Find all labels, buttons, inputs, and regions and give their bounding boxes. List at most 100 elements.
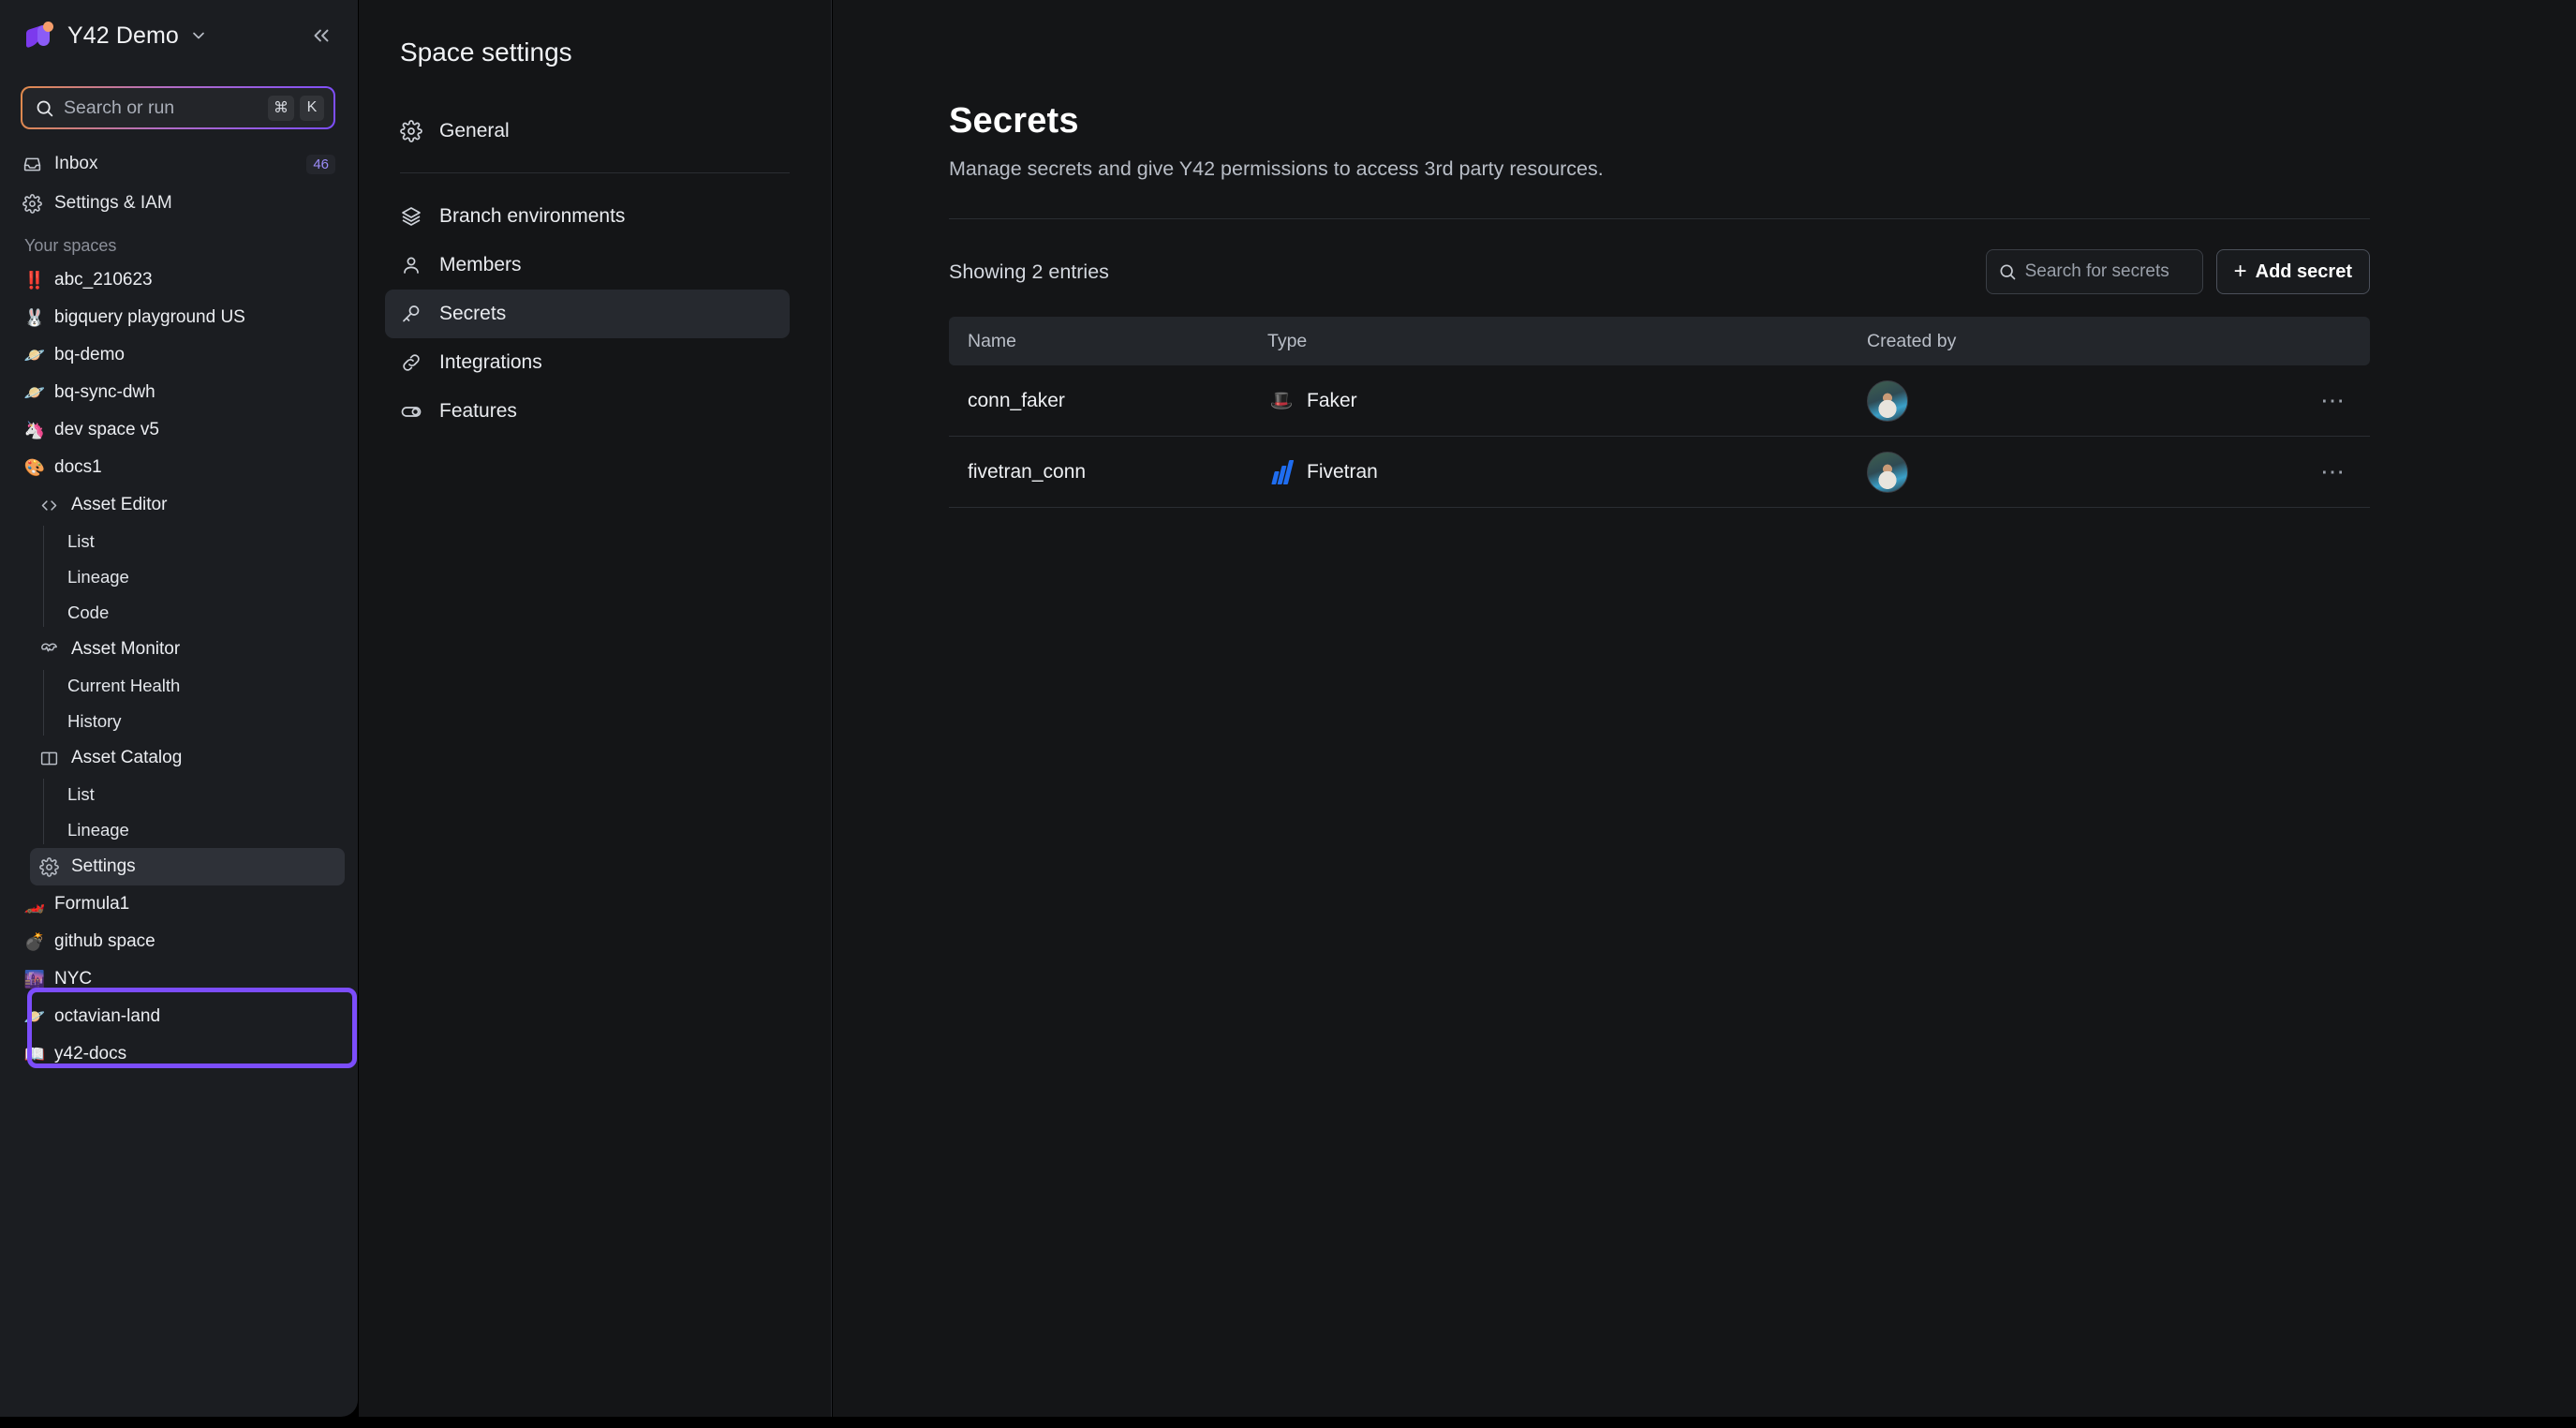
inbox-icon: [22, 155, 47, 174]
asset-catalog-children: List Lineage: [43, 777, 358, 848]
space-label: octavian-land: [54, 1006, 161, 1026]
user-icon: [400, 254, 428, 276]
settings-nav-secrets[interactable]: Secrets: [385, 290, 790, 338]
tree-child-code[interactable]: Code: [43, 595, 345, 631]
settings-nav-members[interactable]: Members: [385, 241, 790, 290]
secret-name: conn_faker: [968, 389, 1065, 411]
secrets-table: Name Type Created by conn_faker 🎩 Faker: [949, 317, 2370, 508]
y42-logo-icon: [24, 20, 56, 52]
gear-icon: [39, 856, 64, 877]
settings-nav-label: Members: [439, 254, 522, 275]
sidebar-space-y42-docs[interactable]: 📖 y42-docs: [13, 1035, 345, 1073]
table-row[interactable]: fivetran_conn Fivetran ⋯: [949, 437, 2370, 508]
space-label: bq-demo: [54, 345, 125, 364]
space-emoji-icon: 🏎️: [23, 894, 46, 914]
column-header-name: Name: [968, 330, 1017, 351]
search-input-placeholder: Search or run: [64, 97, 175, 118]
entries-count-label: Showing 2 entries: [949, 260, 1109, 283]
sidebar-item-settings-iam[interactable]: Settings & IAM: [13, 184, 345, 223]
tree-child-lineage[interactable]: Lineage: [43, 812, 345, 848]
tree-item-asset-editor[interactable]: Asset Editor: [30, 486, 345, 524]
secrets-search-input[interactable]: Search for secrets: [1985, 249, 2203, 294]
user-avatar: [1867, 379, 1908, 422]
space-settings-nav: General Branch environments Members Secr…: [359, 107, 831, 436]
docs1-tree: Asset Editor List Lineage Code Asset Mon…: [0, 486, 358, 885]
tree-child-current-health[interactable]: Current Health: [43, 668, 345, 704]
space-label: abc_210623: [54, 270, 153, 290]
tree-child-history[interactable]: History: [43, 704, 345, 739]
secret-type-cell: Fivetran: [1267, 458, 1867, 486]
asset-editor-children: List Lineage Code: [43, 524, 358, 631]
asset-monitor-children: Current Health History: [43, 668, 358, 739]
tree-item-label: Asset Catalog: [71, 748, 183, 767]
created-by-cell: [1867, 379, 2267, 422]
created-by-cell: [1867, 451, 2267, 493]
space-settings-panel: Space settings General Branch environmen…: [359, 0, 832, 1417]
main-content: Secrets Manage secrets and give Y42 perm…: [833, 0, 2576, 1417]
space-emoji-icon: 🎨: [23, 457, 46, 477]
book-icon: [39, 749, 64, 768]
tree-item-asset-catalog[interactable]: Asset Catalog: [30, 739, 345, 777]
sidebar-space-nyc[interactable]: 🌆 NYC: [13, 960, 345, 998]
settings-nav-integrations[interactable]: Integrations: [385, 338, 790, 387]
tree-child-list[interactable]: List: [43, 777, 345, 812]
settings-nav-label: General: [439, 120, 510, 141]
space-emoji-icon: 💣: [23, 931, 46, 951]
space-emoji-icon: 🌆: [23, 969, 46, 989]
secret-type-label: Faker: [1307, 389, 1357, 411]
secret-name: fivetran_conn: [968, 460, 1087, 483]
add-secret-label: Add secret: [2255, 260, 2352, 282]
faker-magic-icon: 🎩: [1269, 391, 1294, 411]
workspace-name: Y42 Demo: [67, 22, 179, 49]
sidebar-space-docs1[interactable]: 🎨 docs1: [13, 449, 345, 486]
space-label: NYC: [54, 969, 93, 989]
sidebar-space-bq-demo[interactable]: 🪐 bq-demo: [13, 336, 345, 374]
page-title: Secrets: [949, 101, 1079, 141]
link-icon: [400, 351, 428, 374]
app-root: Y42 Demo Search or run ⌘ K Inbox 46 Sett…: [0, 0, 2576, 1428]
sidebar-space-abc210623[interactable]: ‼️ abc_210623: [13, 261, 345, 299]
row-actions-cell: ⋯: [2267, 454, 2370, 491]
shortcut-cmd-key: ⌘: [268, 95, 294, 121]
tree-child-list[interactable]: List: [43, 524, 345, 559]
settings-nav-label: Branch environments: [439, 205, 626, 227]
tree-item-label: Asset Monitor: [71, 639, 181, 659]
more-options-icon[interactable]: ⋯: [2312, 382, 2355, 420]
column-header-created-by: Created by: [1867, 330, 1957, 351]
sidebar-space-dev-space-v5[interactable]: 🦄 dev space v5: [13, 411, 345, 449]
gear-icon: [400, 120, 428, 142]
plus-icon: +: [2233, 259, 2247, 284]
tree-item-label: Asset Editor: [71, 495, 168, 514]
user-avatar: [1867, 451, 1908, 493]
settings-nav-branch-environments[interactable]: Branch environments: [385, 192, 790, 241]
sidebar-item-inbox[interactable]: Inbox 46: [13, 144, 345, 184]
sidebar-space-octavian-land[interactable]: 🪐 octavian-land: [13, 998, 345, 1035]
table-row[interactable]: conn_faker 🎩 Faker ⋯: [949, 365, 2370, 437]
settings-nav-features[interactable]: Features: [385, 387, 790, 436]
sidebar-item-label: Settings & IAM: [54, 193, 172, 213]
tree-child-lineage[interactable]: Lineage: [43, 559, 345, 595]
space-emoji-icon: 🐰: [23, 307, 46, 327]
sidebar-space-bq-sync-dwh[interactable]: 🪐 bq-sync-dwh: [13, 374, 345, 411]
more-options-icon[interactable]: ⋯: [2312, 454, 2355, 491]
tree-item-asset-monitor[interactable]: Asset Monitor: [30, 631, 345, 668]
secrets-search-placeholder: Search for secrets: [2024, 261, 2169, 281]
tree-item-settings[interactable]: Settings: [30, 848, 345, 885]
add-secret-button[interactable]: + Add secret: [2215, 249, 2370, 294]
inbox-badge-count: 46: [306, 154, 335, 174]
search-box[interactable]: Search or run ⌘ K: [21, 86, 335, 129]
chevron-down-icon[interactable]: [189, 26, 208, 45]
space-emoji-icon: 🪐: [23, 1006, 46, 1026]
space-emoji-icon: 📖: [23, 1044, 46, 1064]
sidebar-space-bigquery-playground-us[interactable]: 🐰 bigquery playground US: [13, 299, 345, 336]
space-emoji-icon: 🪐: [23, 382, 46, 402]
sidebar-space-formula1[interactable]: 🏎️ Formula1: [13, 885, 345, 923]
space-label: Formula1: [54, 894, 130, 914]
collapse-sidebar-icon[interactable]: [309, 23, 337, 48]
space-emoji-icon: 🦄: [23, 420, 46, 439]
column-header-type: Type: [1267, 330, 1308, 351]
workspace-header[interactable]: Y42 Demo: [0, 0, 358, 71]
settings-nav-general[interactable]: General: [385, 107, 790, 156]
sidebar-space-github-space[interactable]: 💣 github space: [13, 923, 345, 960]
search-icon: [35, 98, 54, 118]
